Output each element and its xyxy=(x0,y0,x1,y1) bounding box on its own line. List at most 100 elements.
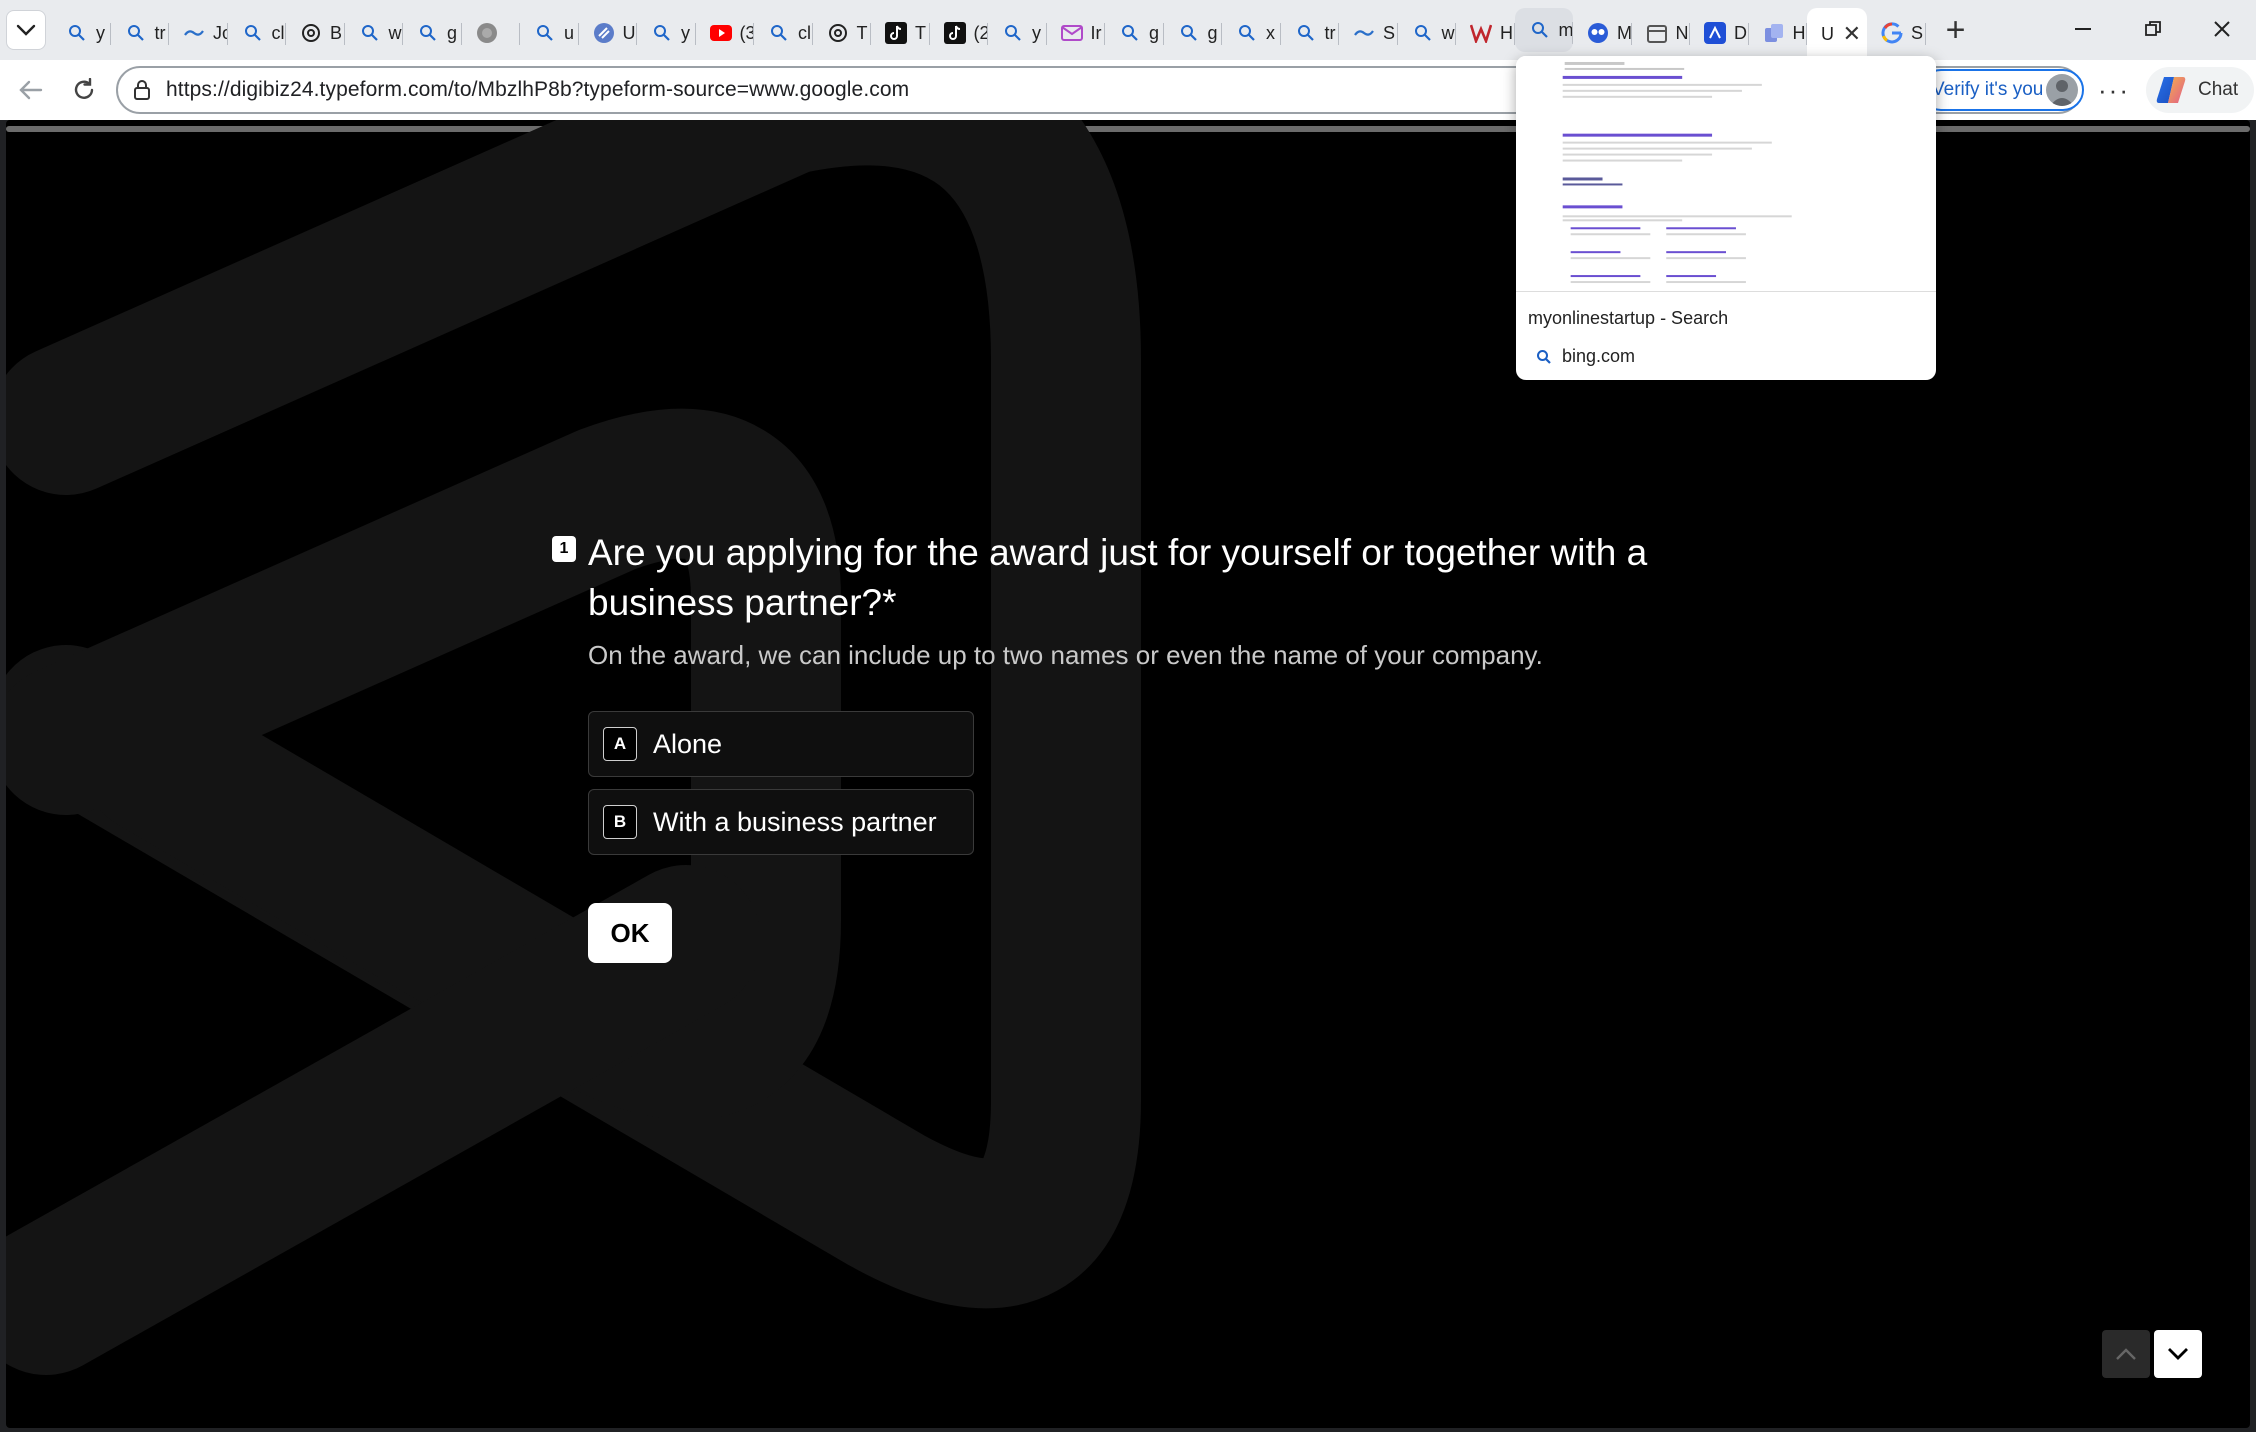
browser-tab[interactable]: g xyxy=(1164,9,1223,57)
google-icon xyxy=(1881,22,1903,44)
tab-label: u xyxy=(564,22,575,43)
form-question: 1 Are you applying for the award just fo… xyxy=(552,528,1748,963)
browser-tab[interactable]: U ✕ xyxy=(1807,8,1867,60)
ok-button[interactable]: OK xyxy=(588,903,672,963)
window-controls xyxy=(2049,0,2256,58)
tab-label: w xyxy=(388,22,402,43)
avatar xyxy=(2046,74,2078,106)
tab-label: (3 xyxy=(739,22,755,43)
reload-button[interactable] xyxy=(56,60,112,120)
browser-tab[interactable]: y xyxy=(52,9,111,57)
browser-tab[interactable]: cl xyxy=(754,9,813,57)
chevron-down-icon xyxy=(6,10,46,50)
search-icon xyxy=(534,22,556,44)
choice-list: A Alone B With a business partner xyxy=(588,711,1748,855)
browser-tab[interactable]: T xyxy=(871,9,930,57)
tab-label: T xyxy=(856,22,868,43)
browser-tab[interactable] xyxy=(462,9,521,57)
question-number: 1 xyxy=(552,536,576,562)
search-icon xyxy=(242,22,264,44)
calendar-icon xyxy=(1646,22,1668,44)
preview-domain: bing.com xyxy=(1536,346,1635,367)
browser-tab[interactable]: B xyxy=(286,9,345,57)
browser-tab[interactable]: (2 xyxy=(930,9,989,57)
close-window-button[interactable] xyxy=(2187,0,2256,58)
browser-tab[interactable]: N xyxy=(1632,9,1691,57)
openai-icon xyxy=(300,22,322,44)
browser-tab[interactable]: U xyxy=(579,9,638,57)
search-icon xyxy=(1236,22,1258,44)
browser-tab[interactable]: T xyxy=(813,9,872,57)
more-options-button[interactable]: ··· xyxy=(2094,60,2134,120)
tab-label: Jo xyxy=(213,22,228,43)
browser-tab[interactable]: H xyxy=(1749,9,1808,57)
browser-tab[interactable]: (3 xyxy=(696,9,755,57)
tab-label: U xyxy=(622,22,636,43)
close-tab-icon[interactable]: ✕ xyxy=(1843,21,1861,47)
browser-tab[interactable]: u xyxy=(520,9,579,57)
browser-tab[interactable]: g xyxy=(1105,9,1164,57)
search-icon xyxy=(1002,22,1024,44)
tab-label: (2 xyxy=(973,22,989,43)
browser-tab[interactable]: w xyxy=(345,9,404,57)
search-icon xyxy=(1529,19,1551,41)
restore-button[interactable] xyxy=(2118,0,2187,58)
site-info-icon[interactable] xyxy=(118,79,166,101)
verify-label: Verify it's you xyxy=(1932,79,2044,100)
browser-tab[interactable]: Jo xyxy=(169,9,228,57)
browser-tab[interactable]: g xyxy=(403,9,462,57)
browser-tab[interactable]: Ir xyxy=(1047,9,1106,57)
openai-icon xyxy=(827,22,849,44)
tab-label: cl xyxy=(271,22,285,43)
browser-tab[interactable]: H xyxy=(1456,9,1515,57)
mail-icon xyxy=(1060,22,1083,44)
search-icon xyxy=(651,22,673,44)
back-button[interactable] xyxy=(2,60,58,120)
tilde-icon xyxy=(1353,22,1375,44)
copy-icon xyxy=(1763,22,1785,44)
tab-label: H xyxy=(1500,22,1513,43)
next-question-button[interactable] xyxy=(2154,1330,2202,1378)
verify-identity-button[interactable]: Verify it's you xyxy=(1920,69,2084,111)
tab-label: D xyxy=(1734,22,1747,43)
browser-tab[interactable]: m xyxy=(1514,8,1574,52)
tab-label: tr xyxy=(154,22,166,43)
url-text[interactable]: https://digibiz24.typeform.com/to/MbzlhP… xyxy=(166,78,909,102)
tab-actions-menu[interactable] xyxy=(0,0,52,60)
minimize-button[interactable] xyxy=(2049,0,2118,58)
search-icon xyxy=(1178,22,1200,44)
tab-label: cl xyxy=(798,22,811,43)
search-icon xyxy=(1412,22,1434,44)
tab-label: H xyxy=(1792,22,1806,43)
browser-tab[interactable]: S xyxy=(1867,9,1926,57)
browser-tab[interactable]: tr xyxy=(1281,9,1340,57)
tiktok-icon xyxy=(885,22,907,44)
search-icon xyxy=(1295,22,1317,44)
owl-icon xyxy=(1587,22,1609,44)
browser-tab[interactable]: w xyxy=(1398,9,1457,57)
tab-list: y tr Jo cl Bw g u Uy (3 cl T T (2 y Ir g g x tr Sw Hm M N D H U ✕ S xyxy=(52,0,1926,60)
blue-app-icon xyxy=(1704,22,1726,44)
tab-label: y xyxy=(1032,22,1041,43)
browser-tab[interactable]: D xyxy=(1690,9,1749,57)
choice-alone[interactable]: A Alone xyxy=(588,711,974,777)
w-logo-icon xyxy=(1470,22,1492,44)
chevron-down-icon xyxy=(2168,1348,2188,1360)
browser-tab[interactable]: S xyxy=(1339,9,1398,57)
browser-tab[interactable]: x xyxy=(1222,9,1281,57)
tab-label: tr xyxy=(1324,22,1336,43)
tab-label: M xyxy=(1617,22,1632,43)
preview-domain-text: bing.com xyxy=(1562,346,1636,366)
tab-label: S xyxy=(1383,22,1396,43)
tab-label: g xyxy=(447,22,458,43)
browser-tab[interactable]: cl xyxy=(228,9,287,57)
previous-question-button[interactable] xyxy=(2102,1330,2150,1378)
browser-tab[interactable]: M xyxy=(1573,9,1632,57)
new-tab-button[interactable]: + xyxy=(1926,0,1986,60)
choice-with-business-partner[interactable]: B With a business partner xyxy=(588,789,974,855)
browser-tab[interactable]: y xyxy=(637,9,696,57)
copilot-chat-button[interactable]: Chat xyxy=(2146,67,2254,113)
tab-label: m xyxy=(1558,19,1574,40)
browser-tab[interactable]: tr xyxy=(111,9,170,57)
browser-tab[interactable]: y xyxy=(988,9,1047,57)
